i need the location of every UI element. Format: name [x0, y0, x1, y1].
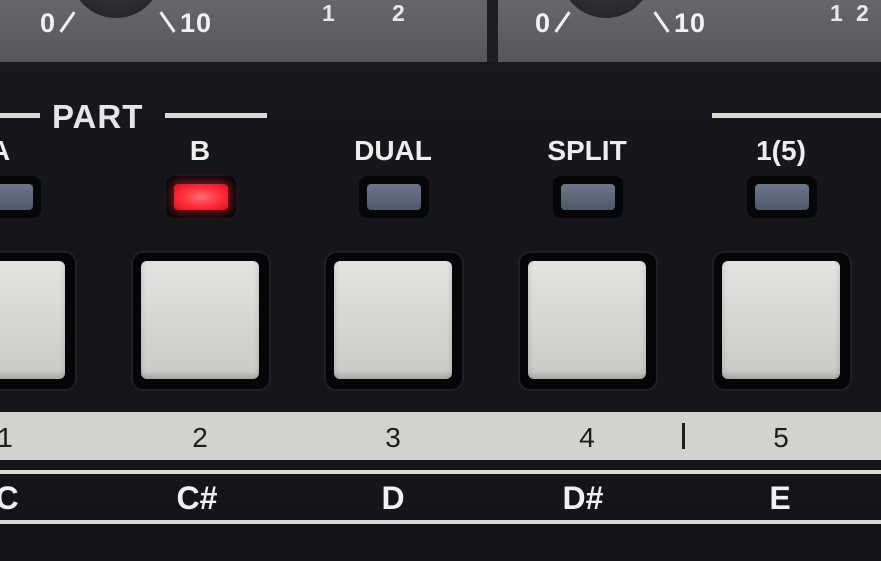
- strip-number-4: 4: [579, 422, 595, 453]
- right-tag-2: 2: [856, 0, 869, 26]
- part-rule-right: [165, 113, 267, 118]
- part-a-button[interactable]: [0, 251, 77, 391]
- led-a: [0, 176, 41, 218]
- note-c-sharp: C#: [176, 480, 218, 516]
- part-section-title: PART: [52, 98, 144, 135]
- section-rule-right: [712, 113, 881, 118]
- led-b: [166, 176, 236, 218]
- led-dual: [359, 176, 429, 218]
- note-d-sharp: D#: [562, 480, 604, 516]
- top-left-panel: [0, 0, 487, 62]
- split-button[interactable]: [518, 251, 658, 391]
- note-c: C: [0, 480, 19, 516]
- button-label-dual: DUAL: [354, 135, 432, 166]
- part-rule-left: [0, 113, 40, 118]
- strip-number-5: 5: [773, 422, 789, 453]
- strip-number-1: 1: [0, 422, 13, 453]
- number-strip: 1 2 3 4 5: [0, 412, 881, 460]
- note-e: E: [769, 480, 791, 516]
- note-rule-top: [0, 470, 881, 474]
- button-label-b: B: [189, 135, 211, 166]
- part-b-button[interactable]: [131, 251, 271, 391]
- knob-left-min-label: 0: [40, 8, 57, 38]
- left-tag-1: 1: [322, 0, 335, 26]
- button-label-1-5: 1(5): [756, 135, 806, 166]
- strip-divider: [682, 423, 685, 449]
- panel-divider: [487, 0, 498, 62]
- button-label-a: A: [0, 135, 70, 167]
- knob-left-max-label: 10: [180, 8, 213, 38]
- variation-1-5-button[interactable]: [712, 251, 852, 391]
- knob-right-min-label: 0: [535, 8, 552, 38]
- led-split: [553, 176, 623, 218]
- strip-number-2: 2: [192, 422, 208, 453]
- note-d: D: [381, 480, 405, 516]
- note-rule-bottom: [0, 520, 881, 524]
- button-label-split: SPLIT: [547, 135, 627, 166]
- led-1-5: [747, 176, 817, 218]
- right-tag-1: 1: [830, 0, 843, 26]
- left-tag-2: 2: [392, 0, 405, 26]
- knob-right-max-label: 10: [674, 8, 707, 38]
- strip-number-3: 3: [385, 422, 401, 453]
- dual-button[interactable]: [324, 251, 464, 391]
- synth-panel-closeup: 0 10 1 2 0 10 1 2 PART A B DUAL SPLIT 1(…: [0, 0, 881, 561]
